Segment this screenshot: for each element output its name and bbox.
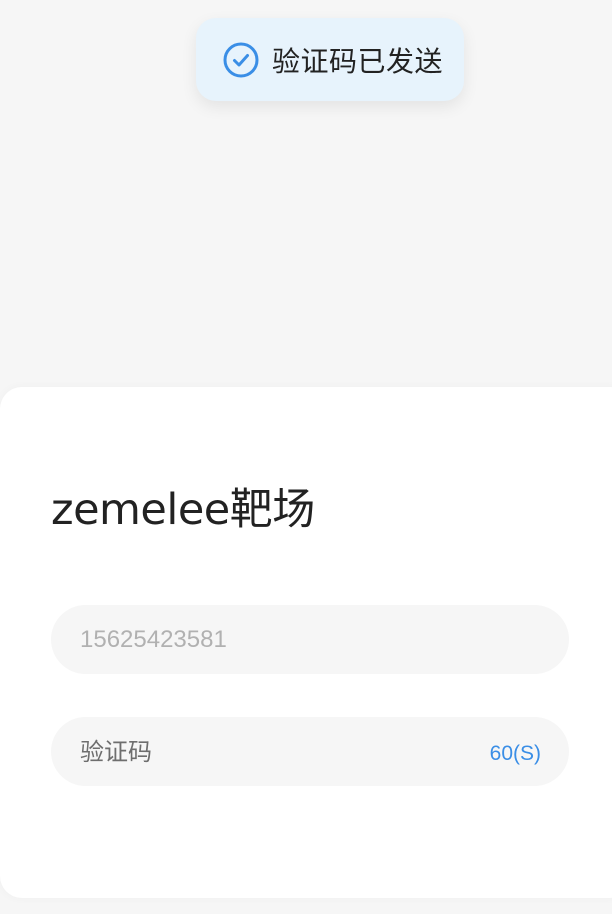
phone-input[interactable] [80,605,520,674]
verification-code-input[interactable] [80,717,440,786]
page-title: zemelee靶场 [51,485,315,535]
phone-field-container [51,605,569,674]
toast-notification: 验证码已发送 [196,18,464,101]
check-circle-icon [223,42,259,77]
resend-countdown[interactable]: 60(S) [490,742,541,766]
code-field-container: 60(S) [51,717,569,786]
toast-message: 验证码已发送 [272,44,444,78]
